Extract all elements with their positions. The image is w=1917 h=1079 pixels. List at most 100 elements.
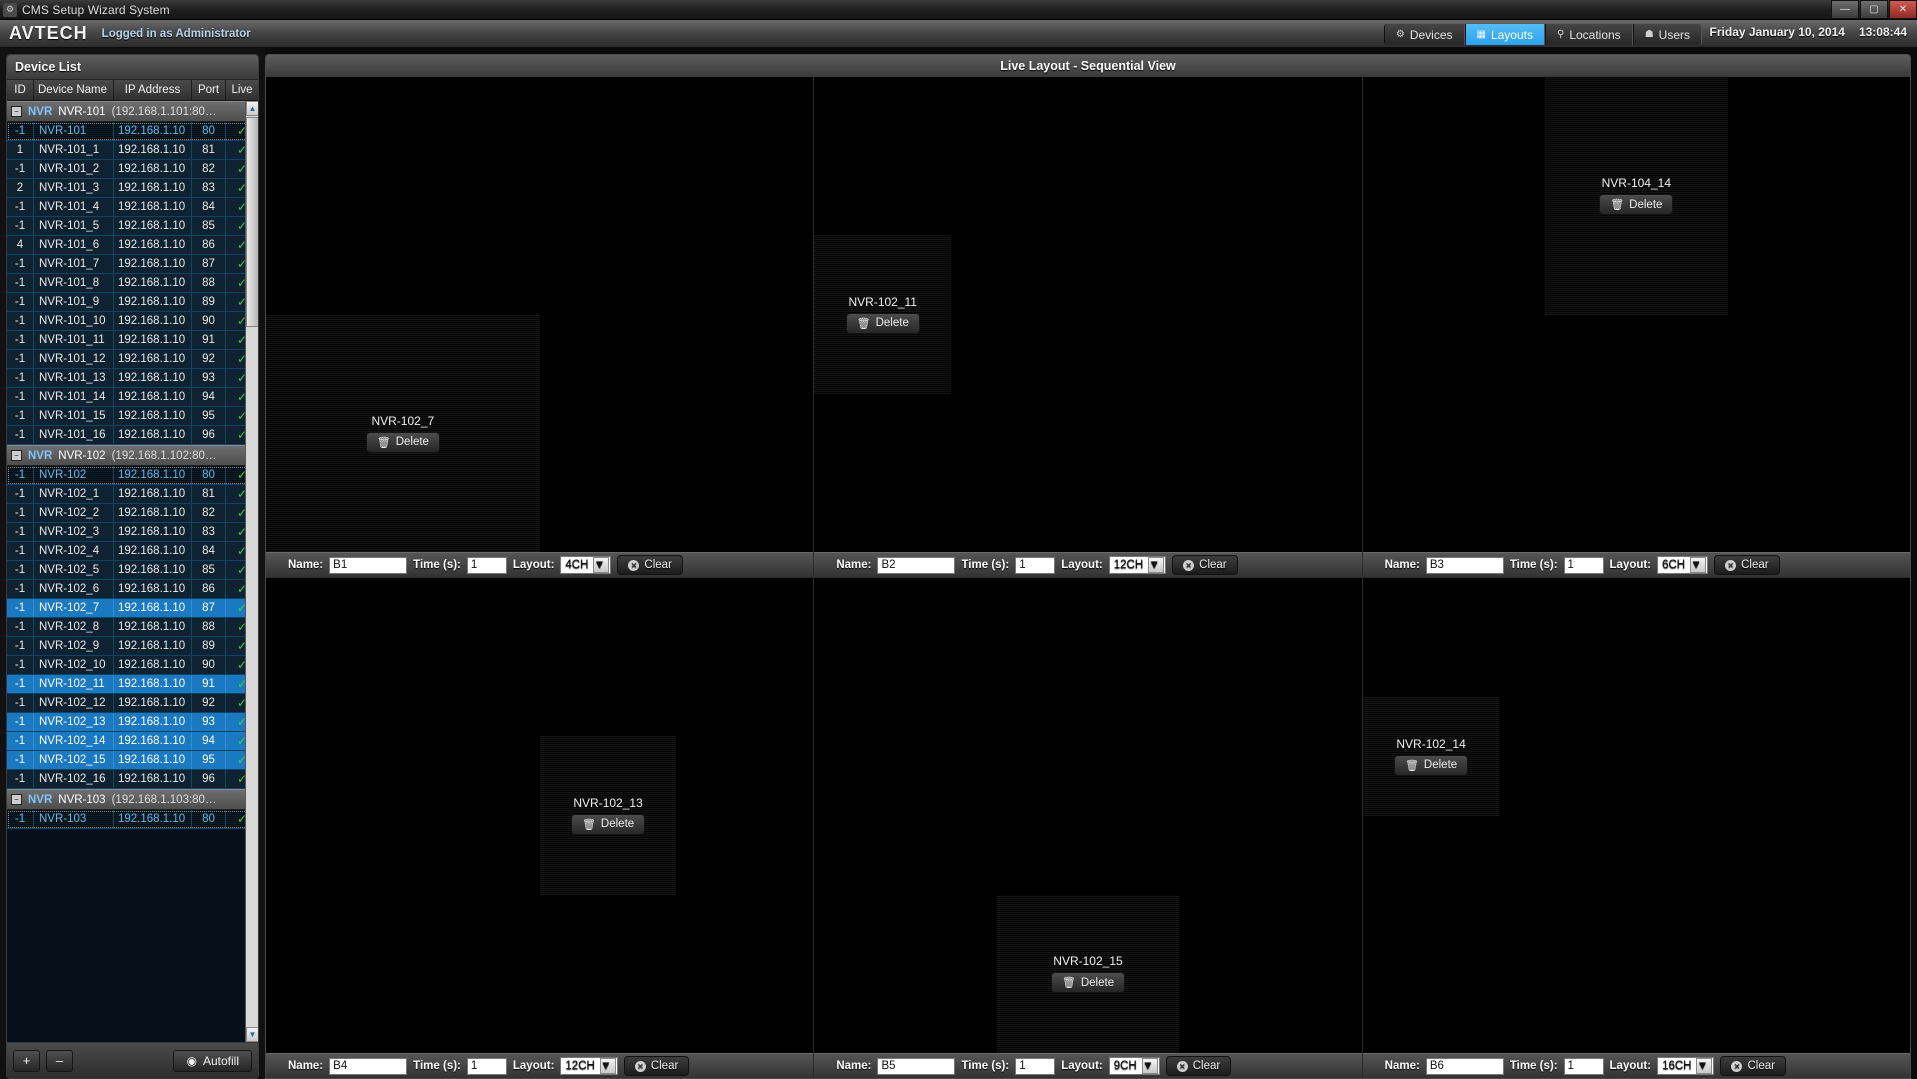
block-name-input[interactable] (877, 556, 956, 574)
device-row[interactable]: -1 NVR-101_11 192.168.1.10 91 ✓ (7, 331, 258, 350)
nav-tab-users[interactable]: ☗ Users (1632, 24, 1702, 45)
expand-collapse-icon[interactable]: − (11, 450, 22, 461)
device-row[interactable]: -1 NVR-102_7 192.168.1.10 87 ✓ (7, 599, 258, 618)
camera-cell[interactable] (1362, 578, 1500, 697)
autofill-button[interactable]: ◉ Autofill (173, 1049, 252, 1072)
camera-cell[interactable] (1636, 934, 1774, 1053)
device-row[interactable]: -1 NVR-102_3 192.168.1.10 83 ✓ (7, 523, 258, 542)
block-time-input[interactable] (1563, 556, 1604, 574)
camera-cell[interactable] (1179, 736, 1362, 895)
block-name-input[interactable] (329, 1057, 408, 1075)
camera-cell[interactable] (1224, 393, 1362, 552)
camera-cell[interactable] (1224, 235, 1362, 394)
camera-cell[interactable] (951, 77, 1088, 236)
block-time-input[interactable] (466, 556, 507, 574)
block-time-input[interactable] (466, 1057, 507, 1075)
device-group-header[interactable]: − NVR NVR-102 (192.168.1.102:80… (7, 445, 258, 466)
chevron-down-icon[interactable]: ▼ (1148, 557, 1165, 573)
block-clear-button[interactable]: ✕ Clear (623, 1056, 690, 1076)
device-row[interactable]: -1 NVR-102_13 192.168.1.10 93 ✓ (7, 713, 258, 732)
camera-cell[interactable] (951, 393, 1088, 552)
device-row[interactable]: -1 NVR-101 192.168.1.10 80 ✓ (7, 122, 258, 141)
device-row[interactable]: -1 NVR-101_12 192.168.1.10 92 ✓ (7, 350, 258, 369)
camera-cell[interactable] (1773, 578, 1910, 697)
camera-cell[interactable]: NVR-102_15 🗑 Delete (996, 894, 1180, 1053)
camera-cell[interactable] (539, 894, 677, 1053)
device-row[interactable]: 4 NVR-101_6 192.168.1.10 86 ✓ (7, 236, 258, 255)
camera-cell[interactable] (1362, 314, 1546, 552)
block-clear-button[interactable]: ✕ Clear (1714, 555, 1780, 575)
camera-cell[interactable] (266, 894, 403, 1053)
block-layout-select[interactable]: 12CH ▼ (1108, 556, 1167, 574)
device-row[interactable]: 2 NVR-101_3 192.168.1.10 83 ✓ (7, 179, 258, 198)
device-row[interactable]: -1 NVR-102_6 192.168.1.10 86 ✓ (7, 580, 258, 599)
chevron-down-icon[interactable]: ▼ (599, 1058, 616, 1074)
device-row[interactable]: -1 NVR-101_5 192.168.1.10 85 ✓ (7, 217, 258, 236)
camera-cell[interactable] (266, 736, 403, 895)
camera-cell[interactable] (1362, 77, 1546, 315)
delete-camera-button[interactable]: 🗑 Delete (1050, 972, 1126, 994)
device-row[interactable]: -1 NVR-101_10 192.168.1.10 90 ✓ (7, 312, 258, 331)
camera-cell[interactable] (1499, 696, 1637, 816)
camera-cell[interactable] (539, 578, 677, 737)
block-layout-select[interactable]: 9CH ▼ (1108, 1057, 1160, 1075)
device-row[interactable]: -1 NVR-102_8 192.168.1.10 88 ✓ (7, 618, 258, 637)
device-row[interactable]: -1 NVR-102_11 192.168.1.10 91 ✓ (7, 675, 258, 694)
device-row[interactable]: -1 NVR-102_4 192.168.1.10 84 ✓ (7, 542, 258, 561)
block-layout-select[interactable]: 16CH ▼ (1657, 1057, 1715, 1075)
device-row[interactable]: -1 NVR-101_15 192.168.1.10 95 ✓ (7, 407, 258, 426)
camera-cell[interactable] (814, 578, 997, 737)
camera-cell[interactable] (539, 314, 814, 552)
camera-cell[interactable] (951, 235, 1088, 394)
block-clear-button[interactable]: ✕ Clear (1165, 1056, 1232, 1076)
camera-cell[interactable] (1499, 578, 1637, 697)
nav-tab-devices[interactable]: ⚙ Devices (1383, 24, 1465, 45)
camera-cell[interactable] (814, 736, 997, 895)
camera-cell[interactable] (266, 77, 540, 315)
camera-cell[interactable] (1087, 393, 1225, 552)
camera-cell[interactable] (1636, 578, 1774, 697)
device-group-header[interactable]: − NVR NVR-103 (192.168.1.103:80… (7, 789, 258, 810)
close-button[interactable]: ✕ (1889, 0, 1917, 19)
block-clear-button[interactable]: ✕ Clear (1172, 555, 1238, 575)
camera-cell[interactable] (1727, 77, 1910, 315)
device-list-scrollbar[interactable]: ▲ ▼ (245, 101, 258, 1042)
block-layout-select[interactable]: 12CH ▼ (560, 1057, 618, 1075)
delete-camera-button[interactable]: 🗑 Delete (1599, 194, 1674, 216)
camera-cell[interactable]: NVR-102_7 🗑 Delete (266, 314, 540, 552)
camera-cell[interactable]: NVR-102_13 🗑 Delete (539, 736, 677, 895)
camera-cell[interactable] (266, 578, 403, 737)
device-row[interactable]: -1 NVR-102_5 192.168.1.10 85 ✓ (7, 561, 258, 580)
device-row[interactable]: -1 NVR-101_13 192.168.1.10 93 ✓ (7, 369, 258, 388)
camera-cell[interactable] (676, 736, 814, 895)
add-device-button[interactable]: + (13, 1049, 40, 1072)
device-row[interactable]: -1 NVR-102_10 192.168.1.10 90 ✓ (7, 656, 258, 675)
camera-cell[interactable] (1773, 696, 1910, 816)
expand-collapse-icon[interactable]: − (11, 106, 22, 117)
camera-cell[interactable]: NVR-102_14 🗑 Delete (1362, 696, 1500, 816)
camera-cell[interactable] (1087, 77, 1225, 236)
camera-cell[interactable] (1545, 314, 1728, 552)
nav-tab-locations[interactable]: ⚲ Locations (1544, 24, 1633, 45)
chevron-down-icon[interactable]: ▼ (593, 557, 610, 573)
device-row[interactable]: -1 NVR-102_16 192.168.1.10 96 ✓ (7, 770, 258, 789)
device-row[interactable]: -1 NVR-103 192.168.1.10 80 ✓ (7, 810, 258, 829)
block-layout-select[interactable]: 6CH ▼ (1657, 556, 1709, 574)
device-row[interactable]: -1 NVR-101_7 192.168.1.10 87 ✓ (7, 255, 258, 274)
remove-device-button[interactable]: – (46, 1049, 73, 1072)
block-time-input[interactable] (1015, 1057, 1056, 1075)
chevron-down-icon[interactable]: ▼ (1696, 1058, 1713, 1074)
chevron-down-icon[interactable]: ▼ (1141, 1058, 1158, 1074)
device-row[interactable]: -1 NVR-101_9 192.168.1.10 89 ✓ (7, 293, 258, 312)
device-row[interactable]: 1 NVR-101_1 192.168.1.10 81 ✓ (7, 141, 258, 160)
scroll-down-icon[interactable]: ▼ (246, 1027, 258, 1042)
block-name-input[interactable] (1425, 556, 1504, 574)
device-row[interactable]: -1 NVR-102 192.168.1.10 80 ✓ (7, 466, 258, 485)
device-row[interactable]: -1 NVR-102_15 192.168.1.10 95 ✓ (7, 751, 258, 770)
delete-camera-button[interactable]: 🗑 Delete (1393, 754, 1469, 776)
camera-cell[interactable] (1087, 235, 1225, 394)
camera-cell[interactable] (1224, 77, 1362, 236)
camera-cell[interactable] (402, 894, 540, 1053)
camera-cell[interactable] (814, 393, 952, 552)
camera-cell[interactable] (1773, 934, 1910, 1053)
